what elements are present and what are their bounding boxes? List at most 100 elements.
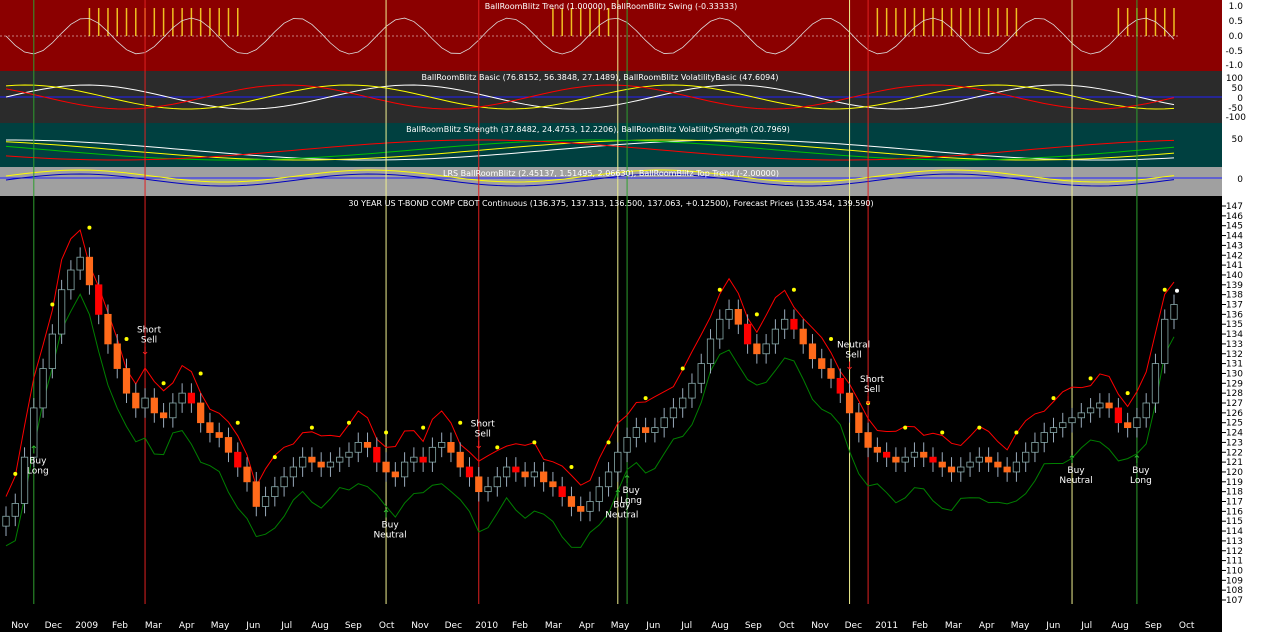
candle-body	[558, 486, 566, 497]
candle-body	[58, 289, 66, 335]
price-tick-label: 126	[1226, 409, 1243, 419]
candle-body	[586, 501, 594, 512]
trend-panel-title: BallRoomBlitz Trend (1.00000), BallRoomB…	[485, 2, 737, 11]
candle-body	[85, 256, 94, 286]
candle-body	[660, 417, 668, 429]
candle-body	[113, 343, 121, 369]
month-label: Dec	[445, 621, 462, 631]
candle-body	[475, 476, 483, 493]
price-tick-label: 144	[1226, 232, 1243, 242]
signal-dot	[903, 425, 908, 430]
candle-body	[76, 256, 84, 271]
price-tick-label: 113	[1226, 537, 1243, 547]
month-label: Mar	[945, 621, 962, 631]
candle-body	[271, 486, 279, 497]
signal-label: Neutral	[837, 340, 870, 350]
candle-body	[540, 471, 548, 483]
price-tick-label: 124	[1226, 429, 1243, 439]
candle-body	[465, 466, 474, 478]
candle-body	[1077, 412, 1085, 419]
candle-body	[1142, 402, 1150, 419]
month-label: May	[211, 621, 230, 631]
price-tick-label: 111	[1226, 557, 1243, 567]
candle-body	[743, 323, 752, 345]
candle-body	[122, 368, 131, 394]
candle-body	[11, 503, 19, 517]
month-label: Sep	[1145, 621, 1162, 631]
price-tick-label: 137	[1226, 301, 1243, 311]
signal-label: Sell	[475, 429, 491, 439]
candle-body	[892, 456, 900, 463]
strength-tick-1: 50	[1232, 135, 1244, 145]
month-label: Oct	[1179, 621, 1195, 631]
month-label: Aug	[311, 621, 329, 631]
candle-body	[614, 451, 622, 473]
signal-dot	[346, 420, 351, 425]
buy-arrow: ↑	[1067, 453, 1076, 466]
price-tick-label: 138	[1226, 291, 1243, 301]
price-tick-label: 135	[1226, 320, 1243, 330]
trend-tick-1: 1.0	[1229, 2, 1244, 12]
month-label: 2011	[875, 621, 898, 631]
candle-body	[419, 456, 427, 463]
signal-label: Long	[27, 466, 49, 476]
month-label: 2009	[75, 621, 98, 631]
signal-label: Sell	[141, 336, 157, 346]
candle-body	[187, 392, 196, 404]
buy-arrow: ↑	[381, 507, 390, 520]
candle-body	[1124, 422, 1132, 429]
signal-label: Long	[1130, 476, 1152, 486]
price-tick-label: 112	[1226, 547, 1243, 557]
signal-label: Buy	[381, 520, 399, 530]
signal-label: Sell	[864, 385, 880, 395]
candle-body	[206, 422, 214, 433]
candle-body	[910, 451, 919, 458]
month-label: Apr	[979, 621, 995, 631]
candle-body	[1086, 407, 1095, 414]
candle-body	[651, 427, 659, 433]
candle-body	[1040, 432, 1048, 443]
signal-label: Buy	[29, 456, 47, 466]
month-label: Jul	[280, 621, 292, 631]
candle-body	[67, 269, 75, 291]
candle-body	[790, 318, 798, 330]
month-label: Sep	[745, 621, 762, 631]
candle-body	[141, 397, 149, 409]
trend-tick-5: -1.0	[1225, 61, 1243, 71]
candle-body	[512, 466, 520, 473]
trend-tick-2: 0.5	[1229, 17, 1243, 27]
signal-label: Short	[860, 375, 885, 385]
candle-body	[716, 318, 724, 340]
candle-body	[1133, 417, 1141, 429]
signal-dot	[124, 336, 129, 341]
signal-dot	[384, 430, 389, 435]
price-tick-label: 118	[1226, 488, 1243, 498]
signal-label: Buy	[622, 486, 640, 496]
month-label: May	[1011, 621, 1030, 631]
candle-body	[289, 466, 297, 478]
signal-dot	[458, 420, 463, 425]
candle-body	[836, 377, 844, 394]
price-tick-label: 120	[1226, 468, 1243, 478]
price-tick-label: 132	[1226, 350, 1243, 360]
month-label: Jun	[1045, 621, 1060, 631]
month-label: Mar	[545, 621, 562, 631]
buy-arrow: ↑	[613, 488, 622, 501]
candle-body	[771, 328, 780, 345]
candle-body	[150, 397, 158, 414]
candle-body	[781, 318, 789, 330]
signal-dot	[13, 471, 18, 476]
candle-body	[688, 382, 696, 399]
candle-body	[2, 515, 10, 527]
price-tick-label: 142	[1226, 251, 1243, 261]
signal-dot	[50, 302, 55, 307]
price-y-axis: 1471461451441431421411401391381371361351…	[1222, 202, 1243, 606]
price-tick-label: 108	[1226, 586, 1243, 596]
candle-body	[873, 446, 881, 453]
signal-dot	[532, 440, 537, 445]
basic-tick-5: -100	[1226, 113, 1247, 123]
candle-body	[410, 456, 418, 463]
signal-dot	[680, 366, 685, 371]
candle-body	[132, 392, 140, 409]
signal-dot	[1051, 396, 1056, 401]
